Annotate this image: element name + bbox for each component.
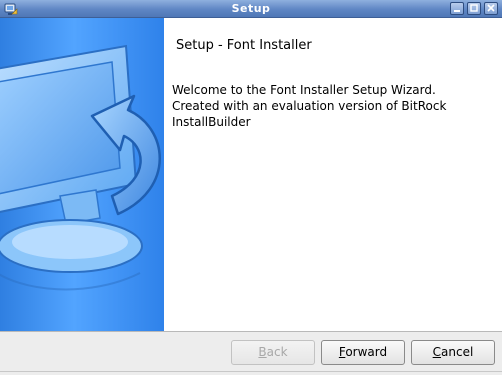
cancel-button-label: ancel (441, 345, 474, 359)
content-panel: Setup - Font Installer Welcome to the Fo… (164, 18, 502, 331)
window-bottom-edge (0, 371, 502, 375)
back-button-mnemonic: B (258, 345, 267, 359)
cancel-button[interactable]: Cancel (411, 340, 495, 365)
back-button-label: ack (266, 345, 288, 359)
cancel-button-mnemonic: C (432, 345, 442, 359)
computer-arrow-illustration (0, 44, 161, 291)
welcome-line: Welcome to the Font Installer Setup Wiza… (172, 83, 436, 97)
minimize-icon[interactable] (450, 2, 464, 15)
button-bar: Back Forward Cancel (0, 331, 502, 375)
welcome-line: Created with an evaluation version of Bi… (172, 99, 447, 113)
welcome-line: InstallBuilder (172, 115, 251, 129)
welcome-text: Welcome to the Font Installer Setup Wiza… (172, 82, 492, 130)
forward-button[interactable]: Forward (321, 340, 405, 365)
maximize-icon[interactable] (467, 2, 481, 15)
back-button[interactable]: Back (231, 340, 315, 365)
forward-button-label: orward (345, 345, 388, 359)
close-icon[interactable] (484, 2, 498, 15)
page-title: Setup - Font Installer (176, 38, 312, 53)
window-title: Setup (231, 2, 271, 15)
sidebar-graphic (0, 18, 164, 331)
title-bar[interactable]: Setup (0, 0, 502, 18)
